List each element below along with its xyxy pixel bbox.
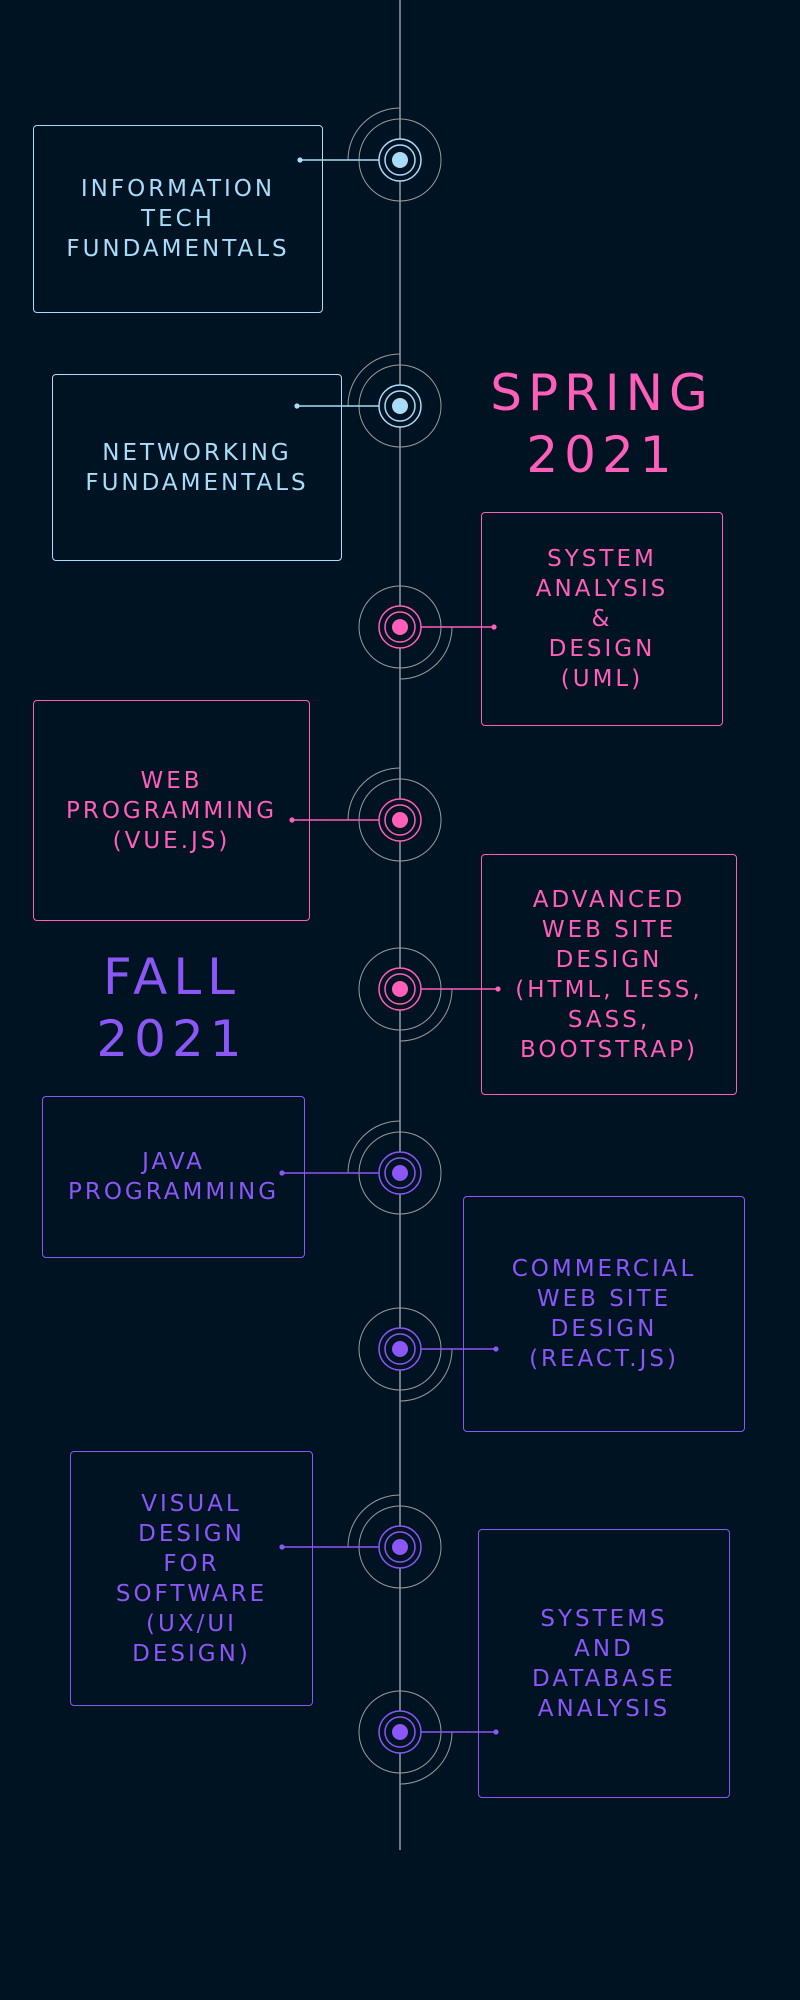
course-title-line: ANALYSIS — [535, 576, 669, 602]
course-title-line: ADVANCED — [532, 886, 686, 913]
course-title-line: FUNDAMENTALS — [85, 469, 309, 496]
course-title-line: FUNDAMENTALS — [66, 236, 290, 262]
node-dot — [392, 398, 408, 414]
season-heading-fall: FALL 2021 — [96, 946, 247, 1070]
course-title: WEB PROGRAMMING (VUE.JS) — [66, 766, 277, 856]
course-card: WEB PROGRAMMING (VUE.JS) — [33, 700, 310, 921]
course-title-line: DESIGN — [550, 1316, 658, 1342]
course-card: ADVANCED WEB SITE DESIGN (HTML, LESS, SASS, B… — [481, 854, 737, 1095]
course-title-line: DATABASE — [532, 1665, 676, 1692]
course-title: NETWORKING FUNDAMENTALS — [85, 438, 308, 498]
course-title: SYSTEMS AND DATABASE ANALYSIS — [532, 1604, 676, 1724]
course-title-line: INFORMATION — [80, 176, 276, 202]
course-card: INFORMATION TECH FUNDAMENTALS — [33, 125, 323, 313]
course-card: SYSTEMS AND DATABASE ANALYSIS — [478, 1529, 730, 1798]
node-dot — [392, 1539, 408, 1555]
course-card: JAVA PROGRAMMING — [42, 1096, 305, 1258]
node-dot — [392, 981, 408, 997]
node-dot — [392, 1724, 408, 1740]
course-title-line: FOR — [163, 1550, 220, 1577]
course-title-line: WEB SITE — [541, 916, 677, 943]
course-title: VISUAL DESIGN FOR SOFTWARE (UX/UI DESIGN) — [116, 1489, 267, 1669]
course-title-line: COMMERCIAL — [511, 1256, 697, 1282]
season-heading-line: FALL — [102, 948, 242, 1006]
course-title-line: DESIGN — [138, 1520, 245, 1547]
node-dot — [392, 152, 408, 168]
course-title-line: ANALYSIS — [537, 1695, 671, 1722]
course-title-line: SASS, — [567, 1006, 651, 1033]
node-dot — [392, 1341, 408, 1357]
course-title-line: (UML) — [560, 666, 644, 692]
course-title-line: WEB SITE — [536, 1286, 672, 1312]
course-title-line: WEB — [140, 767, 203, 794]
course-title: JAVA PROGRAMMING — [68, 1147, 279, 1207]
course-card: NETWORKING FUNDAMENTALS — [52, 374, 342, 561]
course-title-line: VISUAL — [141, 1490, 242, 1517]
season-heading-spring: SPRING 2021 — [490, 362, 714, 486]
course-title-line: SYSTEMS — [540, 1605, 668, 1632]
course-title: COMMERCIAL WEB SITE DESIGN (REACT.JS) — [512, 1254, 697, 1374]
course-title-line: DESIGN — [555, 946, 663, 973]
season-heading-line: 2021 — [96, 1010, 248, 1068]
course-card: VISUAL DESIGN FOR SOFTWARE (UX/UI DESIGN) — [70, 1451, 313, 1706]
course-title-line: SOFTWARE — [115, 1580, 268, 1607]
course-title-line: NETWORKING — [102, 439, 292, 466]
course-title-line: TECH — [141, 206, 215, 232]
course-card: COMMERCIAL WEB SITE DESIGN (REACT.JS) — [463, 1196, 745, 1432]
node-dot — [392, 619, 408, 635]
course-title-line: PROGRAMMING — [67, 1179, 280, 1205]
course-title: INFORMATION TECH FUNDAMENTALS — [66, 174, 289, 264]
course-title-line: SYSTEM — [547, 546, 657, 572]
course-title-line: & — [591, 606, 613, 632]
course-title: ADVANCED WEB SITE DESIGN (HTML, LESS, SASS, B… — [515, 885, 702, 1065]
course-title-line: (UX/UI — [146, 1610, 237, 1637]
course-title-line: DESIGN) — [132, 1640, 251, 1667]
course-title-line: AND — [574, 1635, 634, 1662]
node-dot — [392, 1165, 408, 1181]
course-title-line: PROGRAMMING — [65, 797, 278, 824]
course-title-line: BOOTSTRAP) — [520, 1036, 698, 1063]
season-heading-line: 2021 — [526, 426, 678, 484]
course-title-line: DESIGN — [548, 636, 656, 662]
course-title-line: (REACT.JS) — [529, 1346, 679, 1372]
course-card: SYSTEM ANALYSIS & DESIGN (UML) — [481, 512, 723, 726]
course-title-line: (VUE.JS) — [112, 827, 231, 854]
season-heading-line: SPRING — [490, 364, 714, 422]
course-title-line: (HTML, LESS, — [515, 976, 703, 1003]
course-title: SYSTEM ANALYSIS & DESIGN (UML) — [536, 544, 668, 694]
node-dot — [392, 812, 408, 828]
course-title-line: JAVA — [142, 1149, 205, 1175]
